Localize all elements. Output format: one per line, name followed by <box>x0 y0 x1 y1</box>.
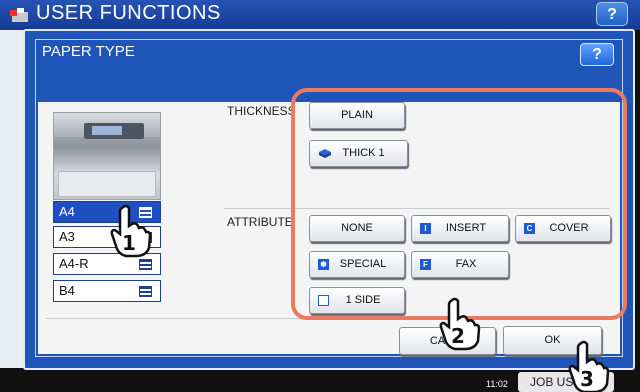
pointing-hand-icon: 2 <box>439 297 481 351</box>
attribute-label: ATTRIBUTE <box>227 215 293 229</box>
plain-button[interactable]: PLAIN <box>309 102 405 129</box>
thick-1-button[interactable]: THICK 1 <box>309 140 408 167</box>
fax-button[interactable]: F FAX <box>411 251 509 278</box>
tray-b4[interactable]: B4 <box>53 280 161 302</box>
background-title: USER FUNCTIONS <box>36 2 221 24</box>
clock: 11:02 <box>486 379 508 389</box>
fax-icon: F <box>420 259 431 270</box>
button-label: THICK 1 <box>342 147 385 159</box>
paper-stack-icon <box>139 286 152 297</box>
insert-button[interactable]: I INSERT <box>411 215 509 242</box>
copier-illustration <box>53 112 161 200</box>
button-label: PLAIN <box>341 109 373 121</box>
copier-control-panel <box>84 123 144 139</box>
insert-icon: I <box>420 223 431 234</box>
pointing-hand-icon: 1 <box>110 204 152 258</box>
button-label: 1 SIDE <box>345 294 381 306</box>
one-side-icon <box>318 295 329 306</box>
tray-label: A4 <box>59 204 75 219</box>
cover-icon: C <box>524 223 535 234</box>
paper-stack-icon <box>139 259 152 270</box>
tray-label: B4 <box>59 283 75 298</box>
button-label: INSERT <box>445 222 487 234</box>
thickness-label: THICKNESS <box>227 104 296 118</box>
button-label: NONE <box>341 222 373 234</box>
thick-paper-icon <box>319 149 331 158</box>
special-icon: ✱ <box>318 259 329 270</box>
dialog-title: PAPER TYPE <box>42 43 135 60</box>
tray-label: A4-R <box>59 256 89 271</box>
tray-label: A3 <box>59 229 75 244</box>
user-functions-icon <box>10 8 28 22</box>
dialog-help-button[interactable]: ? <box>580 43 614 66</box>
cover-button[interactable]: C COVER <box>515 215 611 242</box>
none-button[interactable]: NONE <box>309 215 405 242</box>
step-number: 1 <box>122 231 136 255</box>
step-number: 3 <box>580 367 594 391</box>
button-label: FAX <box>455 258 477 270</box>
background-title-bar: USER FUNCTIONS ? <box>0 0 640 30</box>
button-label: COVER <box>549 222 589 234</box>
background-help-button[interactable]: ? <box>596 2 628 26</box>
button-label: SPECIAL <box>339 258 387 270</box>
pointing-hand-icon: 3 <box>568 340 610 392</box>
special-button[interactable]: ✱ SPECIAL <box>309 251 405 278</box>
step-number: 2 <box>451 324 465 348</box>
copier-drawer <box>58 171 156 197</box>
section-divider <box>224 208 610 209</box>
button-label: OK <box>544 334 561 346</box>
one-side-button[interactable]: 1 SIDE <box>309 287 405 314</box>
footer-divider <box>46 318 612 319</box>
